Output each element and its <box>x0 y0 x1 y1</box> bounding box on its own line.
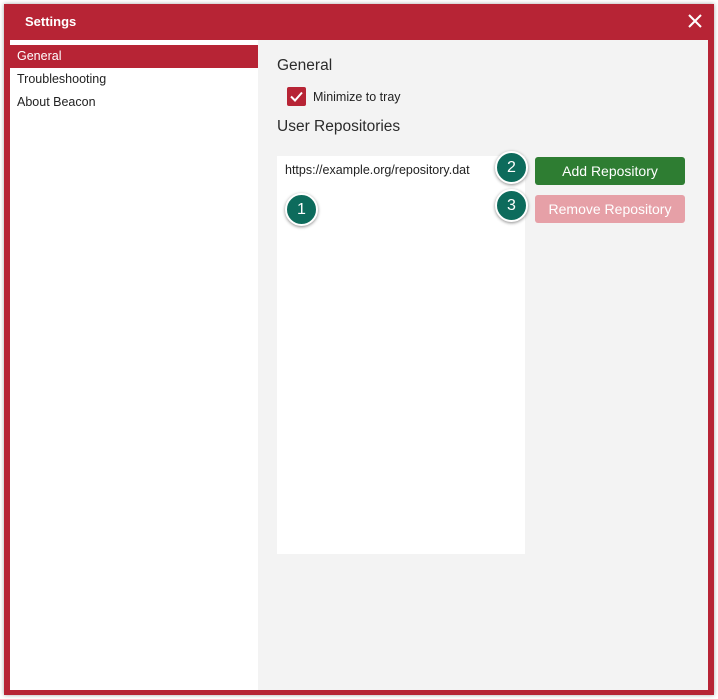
callout-badge-3: 3 <box>495 189 528 222</box>
window-title: Settings <box>25 14 77 29</box>
sidebar-item-about[interactable]: About Beacon <box>10 91 258 114</box>
settings-window: Settings General Troubleshooting About B… <box>4 4 714 695</box>
title-bar: Settings <box>4 4 714 39</box>
remove-repository-button[interactable]: Remove Repository <box>535 195 685 223</box>
section-heading-user-repositories: User Repositories <box>277 118 401 135</box>
add-repository-button[interactable]: Add Repository <box>535 157 685 185</box>
sidebar-item-general[interactable]: General <box>10 45 258 68</box>
sidebar: General Troubleshooting About Beacon <box>10 40 258 690</box>
close-button[interactable] <box>684 10 706 32</box>
checkmark-icon <box>290 91 303 102</box>
settings-content: General Minimize to tray User Repositori… <box>258 40 708 690</box>
section-heading-general: General <box>277 57 333 74</box>
list-item[interactable]: https://example.org/repository.dat <box>285 163 470 177</box>
callout-badge-2: 2 <box>495 151 528 184</box>
minimize-to-tray-checkbox[interactable] <box>287 87 306 106</box>
minimize-to-tray-label: Minimize to tray <box>313 90 401 104</box>
callout-badge-1: 1 <box>285 193 318 226</box>
close-icon <box>688 14 702 28</box>
sidebar-item-troubleshooting[interactable]: Troubleshooting <box>10 68 258 91</box>
